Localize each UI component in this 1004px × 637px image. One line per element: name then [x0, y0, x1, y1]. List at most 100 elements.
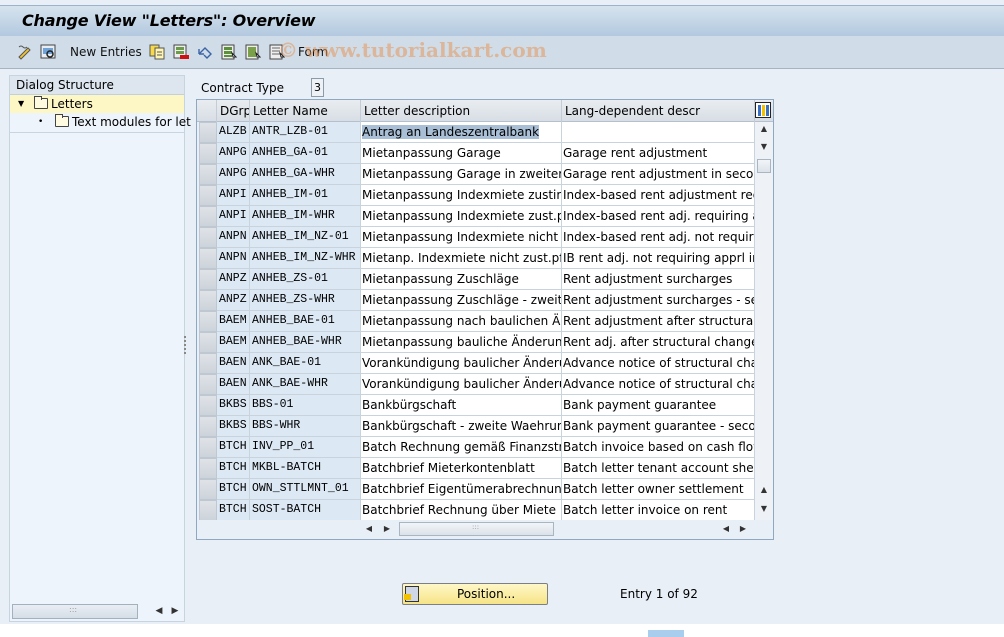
cell-letter-description[interactable]: Mietanpassung Zuschläge [361, 269, 562, 290]
cell-letter-description[interactable]: Mietanp. Indexmiete nicht zust.pfl.… [361, 248, 562, 269]
row-selector-button[interactable] [199, 353, 217, 374]
table-row[interactable]: ANPI ANHEB_IM-WHR Mietanpassung Indexmiete… [197, 206, 755, 227]
cell-lang-dependent-descr[interactable]: Rent adj. after structural changes - [562, 332, 755, 353]
scroll-right-icon[interactable]: ▶ [381, 523, 393, 535]
cell-letter-description[interactable]: Batchbrief Rechnung über Miete [361, 500, 562, 521]
row-selector-button[interactable] [199, 437, 217, 458]
table-row[interactable]: ANPZ ANHEB_ZS-01 Mietanpassung Zuschläge Re… [197, 269, 755, 290]
cell-letter-description[interactable]: Mietanpassung Indexmiete nicht zu… [361, 227, 562, 248]
vertical-scrollbar[interactable]: ▲ ▼ ▲ ▼ [755, 122, 773, 520]
cell-lang-dependent-descr[interactable]: Index-based rent adj. not requiring [562, 227, 755, 248]
cell-letter-description[interactable]: Batch Rechnung gemäß Finanzstro… [361, 437, 562, 458]
horizontal-scrollbar[interactable]: ◀ ▶ ::: ◀ ▶ [197, 520, 773, 539]
row-selector-button[interactable] [199, 479, 217, 500]
horizontal-scrollbar-thumb[interactable]: ::: [12, 604, 138, 619]
scroll-left-icon[interactable]: ◀ [363, 523, 375, 535]
table-row[interactable]: BAEN ANK_BAE-WHR Vorankündigung baulicher … [197, 374, 755, 395]
table-row[interactable]: BKBS BBS-WHR Bankbürgschaft - zweite Waehr… [197, 416, 755, 437]
new-entries-button[interactable]: New Entries [70, 43, 142, 61]
select-block-button[interactable] [245, 43, 262, 61]
cell-lang-dependent-descr[interactable]: Rent adjustment after structural ch [562, 311, 755, 332]
table-row[interactable]: BAEM ANHEB_BAE-WHR Mietanpassung bauliche … [197, 332, 755, 353]
tree-node-letters[interactable]: ▼ Letters [10, 95, 184, 113]
table-row[interactable]: ANPI ANHEB_IM-01 Mietanpassung Indexmiete … [197, 185, 755, 206]
table-row[interactable]: ANPN ANHEB_IM_NZ-01 Mietanpassung Indexmie… [197, 227, 755, 248]
select-all-button[interactable] [221, 43, 238, 61]
splitter-handle[interactable] [184, 336, 187, 356]
table-row[interactable]: BTCH MKBL-BATCH Batchbrief Mieterkontenbla… [197, 458, 755, 479]
cell-letter-description[interactable]: Batchbrief Eigentümerabrechnung [361, 479, 562, 500]
cell-letter-description[interactable]: Mietanpassung nach baulichen Änd… [361, 311, 562, 332]
cell-lang-dependent-descr[interactable]: Rent adjustment surcharges - seco [562, 290, 755, 311]
expand-triangle-icon[interactable]: ▼ [18, 95, 24, 113]
row-selector-button[interactable] [199, 164, 217, 185]
table-row[interactable]: BTCH OWN_STTLMNT_01 Batchbrief Eigentümera… [197, 479, 755, 500]
table-row[interactable]: BKBS BBS-01 Bankbürgschaft Bank payment gua… [197, 395, 755, 416]
tree-node-text-modules[interactable]: • Text modules for let [10, 113, 191, 131]
scroll-left-icon[interactable]: ◀ [152, 604, 166, 619]
cell-lang-dependent-descr[interactable]: Garage rent adjustment in second [562, 164, 755, 185]
row-selector-button[interactable] [199, 269, 217, 290]
cell-letter-description[interactable]: Antrag an Landeszentralbank [361, 122, 562, 143]
cell-letter-description[interactable]: Vorankündigung baulicher Änderun… [361, 353, 562, 374]
scroll-left-icon[interactable]: ◀ [720, 523, 732, 535]
cell-letter-description[interactable]: Mietanpassung Zuschläge - zweite … [361, 290, 562, 311]
cell-letter-description[interactable]: Mietanpassung Indexmiete zustimm… [361, 185, 562, 206]
cell-letter-description[interactable]: Bankbürgschaft - zweite Waehrung [361, 416, 562, 437]
display-change-button[interactable] [17, 43, 33, 61]
cell-letter-description[interactable]: Mietanpassung Garage in zweiter … [361, 164, 562, 185]
row-selector-button[interactable] [199, 332, 217, 353]
table-row[interactable]: ANPN ANHEB_IM_NZ-WHR Mietanp. Indexmiete n… [197, 248, 755, 269]
row-selector-button[interactable] [199, 395, 217, 416]
table-row[interactable]: BAEM ANHEB_BAE-01 Mietanpassung nach bauli… [197, 311, 755, 332]
cell-lang-dependent-descr[interactable]: Garage rent adjustment [562, 143, 755, 164]
row-selector-button[interactable] [199, 500, 217, 521]
page-up-icon[interactable]: ▲ [757, 483, 771, 497]
scroll-right-icon[interactable]: ▶ [168, 604, 182, 619]
cell-letter-description[interactable]: Batchbrief Mieterkontenblatt [361, 458, 562, 479]
scroll-right-icon[interactable]: ▶ [737, 523, 749, 535]
table-row[interactable]: ANPG ANHEB_GA-WHR Mietanpassung Garage in … [197, 164, 755, 185]
cell-letter-description[interactable]: Vorankündigung baulicher Änderun… [361, 374, 562, 395]
row-selector-button[interactable] [199, 248, 217, 269]
table-row[interactable]: ANPZ ANHEB_ZS-WHR Mietanpassung Zuschläge … [197, 290, 755, 311]
table-row[interactable]: BTCH SOST-BATCH Batchbrief Rechnung über M… [197, 500, 755, 521]
column-header-dgrp[interactable]: DGrp [217, 100, 250, 122]
horizontal-scrollbar-thumb[interactable]: ::: [399, 522, 554, 536]
delete-button[interactable] [173, 43, 189, 61]
cell-lang-dependent-descr[interactable]: Index-based rent adj. requiring app [562, 206, 755, 227]
row-selector-button[interactable] [199, 122, 217, 143]
vertical-scrollbar-thumb[interactable] [757, 159, 771, 173]
select-all-rows-button[interactable] [197, 100, 217, 122]
cell-letter-description[interactable]: Mietanpassung bauliche Änderunge… [361, 332, 562, 353]
find-button[interactable] [40, 43, 56, 61]
table-row[interactable]: BAEN ANK_BAE-01 Vorankündigung baulicher Ä… [197, 353, 755, 374]
row-selector-button[interactable] [199, 458, 217, 479]
cell-lang-dependent-descr[interactable]: Batch invoice based on cash flow … [562, 437, 755, 458]
row-selector-button[interactable] [199, 206, 217, 227]
cell-lang-dependent-descr[interactable]: Advance notice of structural chang [562, 374, 755, 395]
row-selector-button[interactable] [199, 143, 217, 164]
cell-lang-dependent-descr[interactable]: Bank payment guarantee - second [562, 416, 755, 437]
cell-letter-description[interactable]: Bankbürgschaft [361, 395, 562, 416]
row-selector-button[interactable] [199, 185, 217, 206]
column-header-lang-dependent-descr[interactable]: Lang-dependent descr [562, 100, 755, 122]
table-row[interactable]: ALZB ANTR_LZB-01 Antrag an Landeszentralba… [197, 122, 755, 143]
column-settings-icon[interactable] [755, 102, 771, 118]
copy-as-button[interactable] [149, 43, 165, 61]
cell-lang-dependent-descr[interactable]: IB rent adj. not requiring apprl in 2 [562, 248, 755, 269]
cell-lang-dependent-descr[interactable]: Batch letter tenant account sheet [562, 458, 755, 479]
cell-letter-description[interactable]: Mietanpassung Indexmiete zust.pfl.… [361, 206, 562, 227]
row-selector-button[interactable] [199, 311, 217, 332]
cell-lang-dependent-descr[interactable]: Advance notice of structural chang [562, 353, 755, 374]
cell-lang-dependent-descr[interactable] [562, 122, 755, 143]
position-button[interactable]: Position... [402, 583, 548, 605]
cell-lang-dependent-descr[interactable]: Rent adjustment surcharges [562, 269, 755, 290]
scroll-down-icon[interactable]: ▼ [757, 140, 771, 154]
undo-change-button[interactable] [197, 43, 213, 61]
column-header-letter-description[interactable]: Letter description [361, 100, 562, 122]
row-selector-button[interactable] [199, 416, 217, 437]
page-down-icon[interactable]: ▼ [757, 502, 771, 516]
table-row[interactable]: ANPG ANHEB_GA-01 Mietanpassung Garage Garag… [197, 143, 755, 164]
row-selector-button[interactable] [199, 290, 217, 311]
